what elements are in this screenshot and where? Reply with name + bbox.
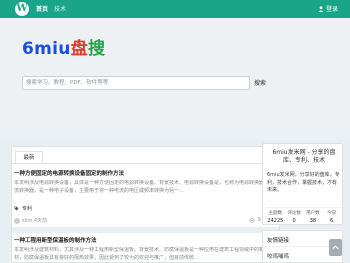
site-info-card: 6miu发米网 - 分享的盘库、专利、技术 6miu发米网，分享好的盘库，专利，… bbox=[262, 143, 343, 225]
post-excerpt: 本发明涉及建筑材料，尤其涉及一种工程用新型保温板。背景技术、防腐保温板是一种应用… bbox=[14, 247, 275, 261]
top-navbar: W 首页 技术 登录 bbox=[0, 0, 350, 18]
nav-link-tech[interactable]: 技术 bbox=[54, 4, 66, 13]
brand-title: 6miu盘搜 bbox=[22, 34, 105, 59]
stat-comments: 评论数 0 bbox=[287, 211, 301, 224]
search-button[interactable]: 搜索 bbox=[254, 78, 266, 87]
post-category[interactable]: 专利 bbox=[14, 205, 32, 212]
brand-title-number: 6 bbox=[22, 39, 35, 59]
site-logo[interactable]: W bbox=[15, 2, 29, 16]
back-to-top-button[interactable] bbox=[329, 239, 342, 256]
stat-topics: 主题数 24225 bbox=[267, 211, 284, 224]
stat-today: 今日 6 bbox=[327, 211, 337, 224]
avatar[interactable] bbox=[14, 217, 20, 224]
site-stats: 主题数 24225 评论数 0 用户数 38 今日 6 bbox=[266, 207, 341, 224]
search-input[interactable]: 搜索学习、教程、PDF、软件等等 bbox=[22, 76, 250, 90]
post-list: 最新 一种方便固定的电源转换设备固定的制作方法 本发明涉及电源转换设备，具体是一… bbox=[11, 146, 280, 263]
post-views: 9 bbox=[257, 217, 261, 223]
friend-links-title: 友情链接 bbox=[267, 238, 290, 244]
site-info-title: 6miu发米网 - 分享的盘库、专利、技术 bbox=[272, 149, 336, 164]
user-icon bbox=[318, 5, 324, 12]
stat-users: 用户数 38 bbox=[306, 211, 320, 224]
category-icon bbox=[14, 206, 19, 211]
friend-link[interactable]: 咬鸡哺鸡 bbox=[267, 252, 289, 260]
brand-title-latin: miu bbox=[34, 39, 71, 59]
site-info-description: 6miu发米网，分享好的盘库，专利，技术合作，掌握技术，才有未来。 bbox=[267, 172, 340, 193]
brand-title-sou: 搜 bbox=[88, 39, 106, 59]
login-link[interactable]: 登录 bbox=[318, 4, 338, 13]
brand-title-pan: 盘 bbox=[70, 39, 88, 59]
post-title[interactable]: 一种方便固定的电源转换设备固定的制作方法 bbox=[14, 169, 124, 177]
post-meta: slim 4天前 bbox=[14, 217, 47, 224]
eye-icon bbox=[248, 218, 255, 222]
arrow-up-icon bbox=[332, 245, 339, 250]
nav-link-home[interactable]: 首页 bbox=[36, 4, 48, 13]
post-excerpt: 本发明涉及电源转换设备，具体是一种方便固定的电源转换设备。背景技术、电源转换设备… bbox=[14, 180, 275, 194]
tab-divider bbox=[12, 163, 279, 164]
post-separator bbox=[12, 227, 279, 233]
post-category-label: 专利 bbox=[22, 206, 33, 212]
post-title[interactable]: 一种工程用新型保温板的制作方法 bbox=[14, 236, 97, 244]
login-label: 登录 bbox=[325, 6, 338, 13]
post-author-time: slim 4天前 bbox=[22, 218, 48, 224]
